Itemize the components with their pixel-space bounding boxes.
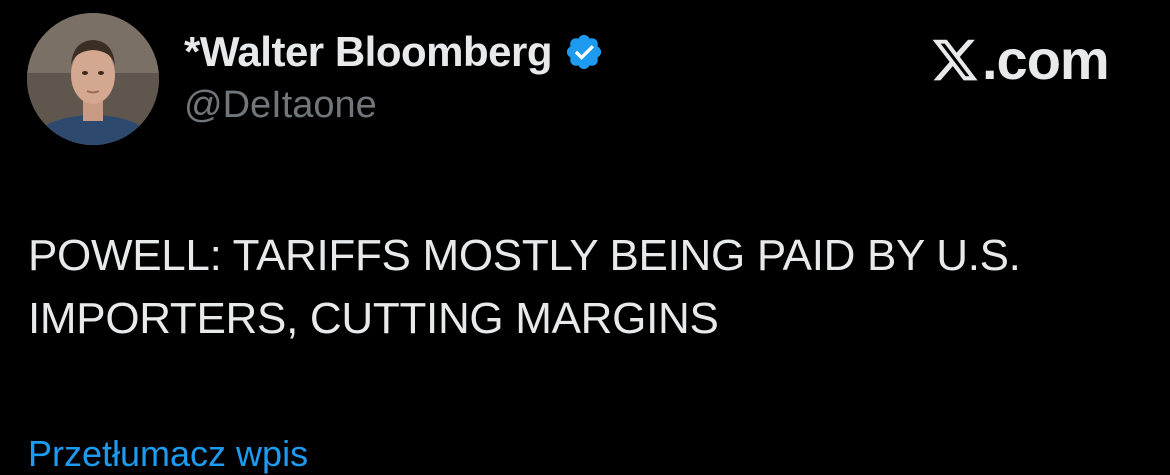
x-logo-icon xyxy=(932,39,978,81)
avatar[interactable] xyxy=(27,13,159,145)
tweet-text-line: POWELL: TARIFFS MOSTLY BEING PAID BY U.S… xyxy=(28,231,1021,280)
tweet-text: POWELL: TARIFFS MOSTLY BEING PAID BY U.S… xyxy=(28,224,1148,350)
verified-badge-icon xyxy=(566,34,602,70)
tweet-text-line: IMPORTERS, CUTTING MARGINS xyxy=(28,294,719,343)
author-handle[interactable]: @DeItaone xyxy=(184,84,377,127)
brand-domain-text: .com xyxy=(982,28,1110,91)
translate-post-link[interactable]: Przetłumacz wpis xyxy=(28,433,308,475)
brand-watermark: .com xyxy=(930,28,1110,91)
author-name[interactable]: *Walter Bloomberg xyxy=(184,28,604,76)
author-display-name: *Walter Bloomberg xyxy=(184,28,552,75)
avatar-photo xyxy=(27,13,159,145)
